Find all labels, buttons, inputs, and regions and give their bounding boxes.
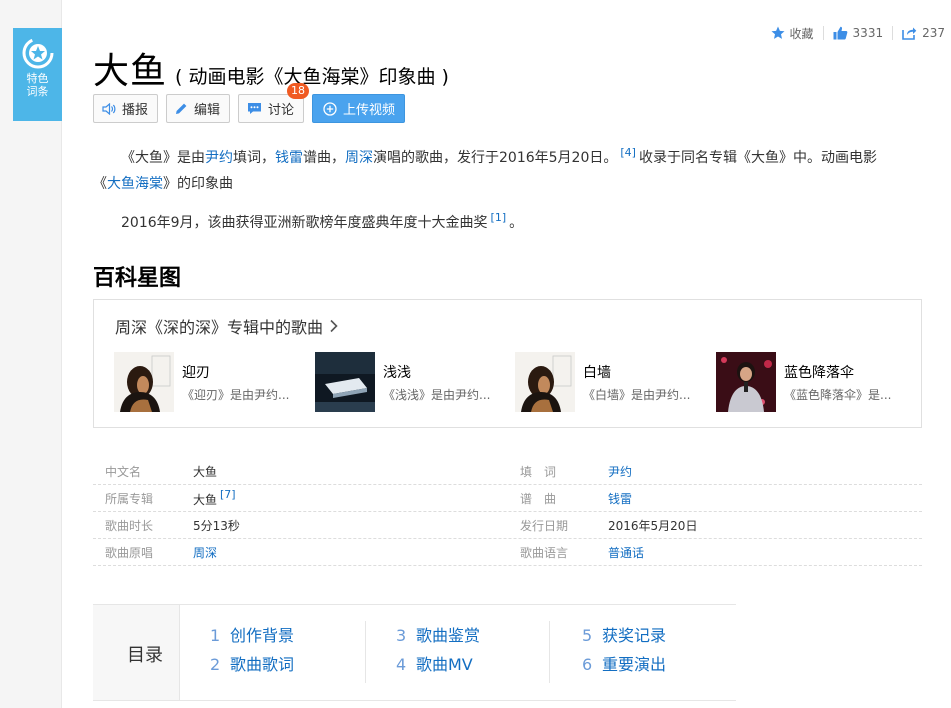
song-name: 浅浅	[383, 365, 411, 381]
song-desc: 《蓝色降落伞》是...	[784, 388, 892, 402]
star-map-title: 百科星图	[93, 266, 182, 291]
lyricist-link[interactable]: 尹约	[205, 150, 233, 166]
info-row: 中文名 大鱼 填 词 尹约	[93, 458, 922, 485]
top-actions: 收藏 3331 237	[762, 22, 951, 44]
toc-item[interactable]: 3 歌曲鉴赏	[396, 621, 480, 650]
info-key: 中文名	[105, 464, 142, 479]
song-thumbnail	[315, 352, 375, 412]
song-name: 白墙	[583, 365, 611, 381]
reference-7-link[interactable]: [7]	[217, 488, 239, 501]
discuss-label: 讨论	[268, 103, 295, 118]
info-key: 歌曲语言	[520, 545, 569, 560]
discuss-button[interactable]: 讨论 18	[238, 83, 310, 123]
plus-circle-icon	[323, 101, 337, 116]
info-key: 谱 曲	[520, 491, 557, 506]
reference-4-link[interactable]: [4]	[617, 146, 639, 159]
speaker-icon	[102, 102, 116, 115]
entry-title: 大鱼 ( 动画电影《大鱼海棠》印象曲 )	[93, 42, 449, 94]
featured-entry-badge[interactable]: 特色 词条	[13, 28, 62, 121]
info-value: 大鱼	[193, 464, 218, 479]
table-of-contents: 目录 1 创作背景 2 歌曲歌词 3 歌曲鉴赏 4 歌曲MV 5 获奖记录 6 重要演出	[93, 604, 736, 701]
info-value: 2016年5月20日	[608, 518, 698, 533]
badge-line-1: 特色	[26, 72, 49, 85]
share-icon	[902, 27, 917, 40]
song-name: 蓝色降落伞	[784, 365, 854, 381]
edit-button[interactable]: 编辑	[166, 94, 231, 123]
reference-1-link[interactable]: [1]	[488, 211, 510, 224]
intro-paragraph-2: 2016年9月，该曲获得亚洲新歌榜年度盛典年度十大金曲奖 [1]。	[121, 211, 524, 231]
info-key: 所属专辑	[105, 491, 154, 506]
song-thumbnail	[716, 352, 776, 412]
singer-info-link[interactable]: 周深	[193, 546, 217, 560]
composer-link[interactable]: 钱雷	[275, 150, 303, 166]
toc-label: 目录	[127, 645, 163, 666]
like-count: 3331	[852, 26, 884, 40]
star-icon	[771, 26, 785, 39]
share-button[interactable]: 237	[892, 26, 951, 40]
language-info-link[interactable]: 普通话	[608, 546, 644, 560]
song-card[interactable]: 蓝色降落伞 《蓝色降落伞》是...	[716, 352, 906, 412]
entry-toolbar: 播报 编辑 讨论 18 上传视频	[93, 83, 406, 123]
play-label: 播报	[122, 103, 149, 118]
favorite-label: 收藏	[789, 26, 814, 41]
star-medal-icon	[22, 37, 53, 69]
song-card[interactable]: 白墙 《白墙》是由尹约...	[515, 352, 705, 412]
star-map-box: 周深《深的深》专辑中的歌曲 迎刃 《迎刃》是由尹约... 浅浅 《浅浅》是由尹约…	[93, 299, 922, 428]
singer-link[interactable]: 周深	[345, 150, 373, 166]
discuss-count-badge: 18	[287, 83, 310, 99]
pencil-icon	[176, 103, 187, 114]
toc-item[interactable]: 1 创作背景	[210, 621, 294, 650]
info-key: 填 词	[520, 464, 557, 479]
info-key: 歌曲时长	[105, 518, 154, 533]
album-songs-title: 周深《深的深》专辑中的歌曲	[115, 318, 324, 337]
composer-info-link[interactable]: 钱雷	[608, 492, 632, 506]
movie-link[interactable]: 大鱼海棠	[107, 176, 163, 192]
thumbs-up-icon	[833, 26, 847, 40]
song-card[interactable]: 迎刃 《迎刃》是由尹约...	[114, 352, 304, 412]
song-desc: 《浅浅》是由尹约...	[383, 388, 491, 402]
like-button[interactable]: 3331	[822, 26, 893, 40]
info-row: 歌曲时长 5分13秒 发行日期 2016年5月20日	[93, 512, 922, 539]
info-key: 发行日期	[520, 518, 569, 533]
song-thumbnail	[114, 352, 174, 412]
song-desc: 《迎刃》是由尹约...	[182, 388, 290, 402]
upload-video-button[interactable]: 上传视频	[312, 94, 406, 123]
info-key: 歌曲原唱	[105, 545, 154, 560]
chevron-right-icon	[330, 319, 338, 333]
song-desc: 《白墙》是由尹约...	[583, 388, 691, 402]
song-name: 迎刃	[182, 365, 210, 381]
album-songs-link[interactable]: 周深《深的深》专辑中的歌曲	[115, 314, 339, 338]
toc-item[interactable]: 4 歌曲MV	[396, 650, 480, 679]
upload-label: 上传视频	[343, 103, 396, 118]
lyricist-info-link[interactable]: 尹约	[608, 465, 632, 479]
toc-item[interactable]: 6 重要演出	[582, 650, 666, 679]
share-count: 237	[922, 26, 945, 40]
page-subtitle: ( 动画电影《大鱼海棠》印象曲 )	[175, 66, 449, 88]
basic-info-table: 中文名 大鱼 填 词 尹约 所属专辑 大鱼 [7] 谱 曲 钱雷 歌曲时长 5分1…	[93, 458, 922, 566]
info-row: 歌曲原唱 周深 歌曲语言 普通话	[93, 539, 922, 566]
toc-item[interactable]: 2 歌曲歌词	[210, 650, 294, 679]
intro-paragraph-1: 《大鱼》是由尹约填词，钱雷谱曲，周深演唱的歌曲，发行于2016年5月20日。 [4…	[93, 146, 877, 192]
page-title: 大鱼	[93, 51, 168, 92]
info-value: 大鱼	[193, 493, 218, 507]
toc-item[interactable]: 5 获奖记录	[582, 621, 666, 650]
edit-label: 编辑	[194, 103, 221, 118]
info-value: 5分13秒	[193, 518, 240, 533]
song-thumbnail	[515, 352, 575, 412]
play-button[interactable]: 播报	[93, 94, 159, 123]
favorite-button[interactable]: 收藏	[762, 25, 823, 42]
song-card[interactable]: 浅浅 《浅浅》是由尹约...	[315, 352, 505, 412]
comment-icon	[248, 103, 262, 114]
badge-line-2: 词条	[26, 85, 49, 98]
info-row: 所属专辑 大鱼 [7] 谱 曲 钱雷	[93, 485, 922, 512]
